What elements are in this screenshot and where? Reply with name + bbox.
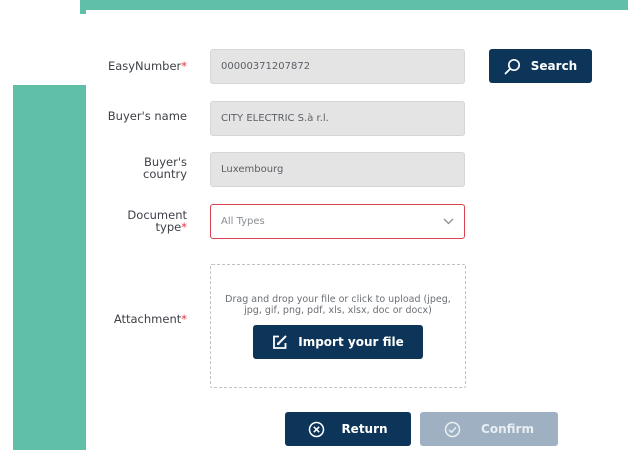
dropzone-instructions: Drag and drop your file or click to uplo… — [225, 294, 451, 316]
document-type-label: Document type* — [127, 208, 187, 234]
buyer-country-value: Luxembourg — [221, 164, 284, 175]
attachment-label: Attachment* — [113, 312, 187, 326]
search-button-label: Search — [530, 59, 578, 73]
import-file-label: Import your file — [298, 335, 404, 349]
required-mark: * — [181, 59, 187, 73]
buyer-name-field[interactable]: CITY ELECTRIC S.à r.l. — [210, 101, 465, 136]
check-circle-icon — [444, 421, 461, 437]
accent-block-left — [13, 85, 88, 450]
attachment-dropzone[interactable]: Drag and drop your file or click to uplo… — [210, 264, 466, 388]
confirm-button[interactable]: Confirm — [420, 412, 558, 446]
confirm-button-label: Confirm — [481, 422, 534, 436]
easynumber-value: 00000371207872 — [221, 61, 311, 72]
import-file-button[interactable]: Import your file — [253, 325, 423, 359]
form-card: EasyNumber* 00000371207872 Search Buyer'… — [86, 10, 628, 450]
return-button-label: Return — [341, 422, 388, 436]
required-mark: * — [181, 312, 187, 326]
buyer-country-label: Buyer's country — [143, 155, 187, 181]
close-circle-icon — [309, 421, 325, 437]
required-mark: * — [181, 220, 187, 234]
search-button[interactable]: Search — [489, 49, 592, 83]
chevron-down-icon — [443, 218, 454, 225]
easynumber-label: EasyNumber* — [107, 59, 187, 73]
edit-upload-icon — [273, 335, 287, 349]
easynumber-field[interactable]: 00000371207872 — [210, 49, 465, 84]
search-icon — [504, 58, 520, 74]
buyer-name-value: CITY ELECTRIC S.à r.l. — [221, 113, 329, 124]
buyer-country-field[interactable]: Luxembourg — [210, 152, 465, 187]
document-type-select[interactable]: All Types — [210, 204, 465, 239]
buyer-name-label: Buyer's name — [107, 109, 187, 123]
return-button[interactable]: Return — [285, 412, 411, 446]
document-type-selected: All Types — [221, 216, 265, 227]
